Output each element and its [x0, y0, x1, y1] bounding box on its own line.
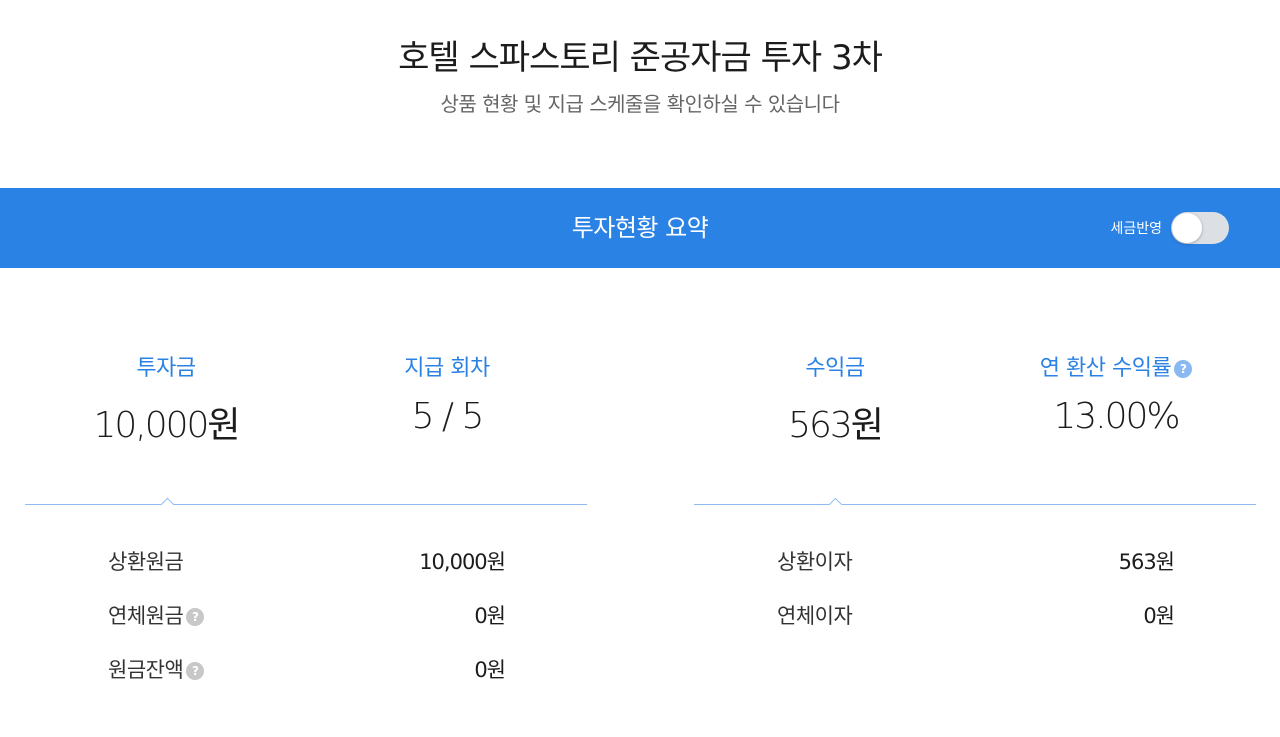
overdue-principal-value: 0원	[474, 604, 506, 628]
remaining-principal-value: 0원	[474, 658, 506, 682]
toggle-knob	[1172, 213, 1202, 243]
stat-annual-yield-label-wrap: 연 환산 수익률?	[1006, 350, 1226, 382]
stat-annual-yield-value: 13.00%	[1053, 396, 1180, 437]
overdue-interest-value: 0원	[1143, 604, 1175, 628]
page-title: 호텔 스파스토리 준공자금 투자 3차	[398, 38, 883, 78]
repaid-interest-label: 상환이자	[777, 550, 853, 574]
detail-row-repaid-principal: 상환원금 10,000원	[108, 546, 506, 576]
stat-payment-round: 지급 회차 5 / 5	[347, 350, 547, 437]
stat-profit-label: 수익금	[805, 356, 865, 381]
question-circle-icon[interactable]: ?	[1174, 360, 1193, 378]
detail-row-remaining-principal: 원금잔액? 0원	[108, 654, 506, 684]
stat-investment: 투자금 10,000원	[66, 350, 266, 448]
question-circle-icon[interactable]: ?	[186, 608, 205, 626]
detail-row-repaid-interest: 상환이자 563원	[777, 546, 1175, 576]
summary-header-bar: 투자현황 요약 세금반영	[0, 188, 1280, 268]
stat-investment-value: 10,000원	[93, 405, 240, 446]
tax-toggle-switch[interactable]	[1171, 212, 1229, 244]
investment-summary-page: 호텔 스파스토리 준공자금 투자 3차 상품 현황 및 지급 스케줄을 확인하실…	[0, 0, 1280, 737]
stat-profit-value: 563원	[788, 405, 884, 446]
stat-annual-yield-label: 연 환산 수익률	[1039, 356, 1172, 381]
tax-toggle-label: 세금반영	[1110, 221, 1162, 237]
remaining-principal-label: 원금잔액	[108, 658, 184, 682]
principal-divider	[25, 504, 587, 505]
repaid-principal-label: 상환원금	[108, 550, 184, 574]
overdue-principal-label: 연체원금	[108, 604, 184, 628]
detail-row-overdue-interest: 연체이자 0원	[777, 600, 1175, 630]
repaid-interest-value: 563원	[1118, 550, 1175, 574]
stat-payment-round-label: 지급 회차	[404, 356, 490, 381]
stat-payment-round-value: 5 / 5	[411, 396, 485, 437]
question-circle-icon[interactable]: ?	[186, 662, 205, 680]
principal-caret	[160, 497, 176, 505]
stat-investment-label: 투자금	[136, 356, 196, 381]
remaining-principal-label-wrap: 원금잔액?	[108, 654, 205, 684]
interest-divider	[694, 504, 1256, 505]
stat-profit: 수익금 563원	[735, 350, 935, 448]
page-subtitle: 상품 현황 및 지급 스케줄을 확인하실 수 있습니다	[440, 92, 840, 116]
stat-annual-yield: 연 환산 수익률? 13.00%	[1006, 350, 1226, 437]
overdue-principal-label-wrap: 연체원금?	[108, 600, 205, 630]
summary-bar-title: 투자현황 요약	[571, 214, 709, 242]
repaid-principal-value: 10,000원	[419, 550, 506, 574]
interest-caret	[828, 497, 844, 505]
detail-row-overdue-principal: 연체원금? 0원	[108, 600, 506, 630]
overdue-interest-label: 연체이자	[777, 604, 853, 628]
